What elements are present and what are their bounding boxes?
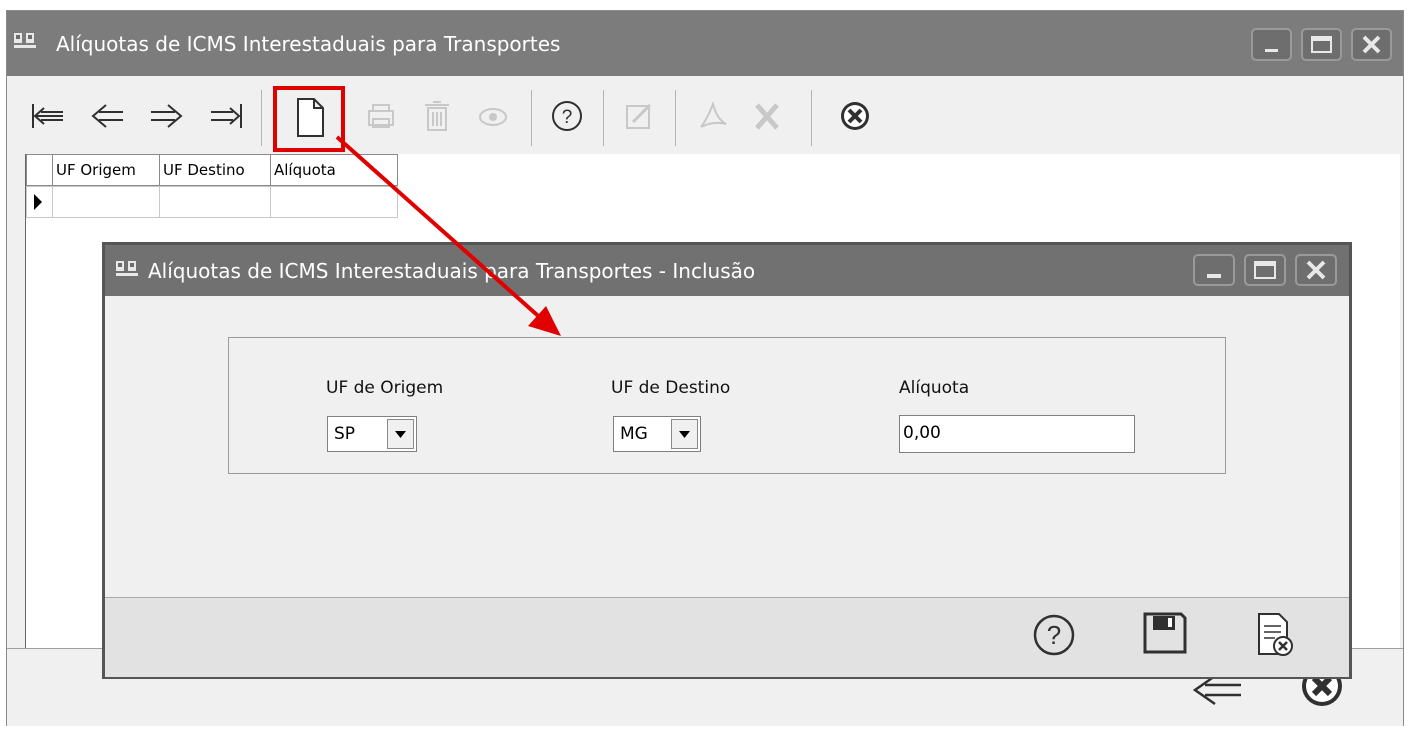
grid-indicator-header	[26, 154, 53, 186]
edit-button[interactable]	[617, 94, 661, 138]
svg-text:?: ?	[562, 107, 573, 128]
close-window-button[interactable]	[1351, 28, 1392, 61]
help-button[interactable]: ?	[545, 94, 589, 138]
toolbar-separator	[675, 90, 676, 146]
first-record-button[interactable]	[25, 94, 69, 138]
table-cell[interactable]	[270, 186, 398, 218]
uf-destino-value: MG	[620, 424, 648, 444]
dialog-help-button[interactable]: ?	[1029, 610, 1079, 660]
table-cell[interactable]	[159, 186, 271, 218]
column-header-uf-origem[interactable]: UF Origem	[52, 154, 160, 186]
save-button[interactable]	[1139, 608, 1189, 658]
dialog-minimize-button[interactable]	[1193, 254, 1235, 286]
dialog-title: Alíquotas de ICMS Interestaduais para Tr…	[148, 259, 756, 283]
table-cell[interactable]	[52, 186, 160, 218]
pdf-icon	[700, 100, 727, 128]
view-icon	[479, 108, 507, 126]
aliquota-field[interactable]	[899, 415, 1135, 453]
row-indicator	[26, 186, 53, 218]
delete-button[interactable]	[415, 94, 459, 138]
next-record-icon	[151, 104, 183, 128]
help-icon: ?	[552, 101, 582, 131]
chevron-down-icon	[395, 431, 406, 438]
app-icon	[14, 33, 36, 48]
current-row-icon	[34, 194, 42, 210]
column-header-aliquota[interactable]: Alíquota	[270, 154, 398, 186]
close-icon	[841, 102, 869, 130]
previous-record-button[interactable]	[85, 94, 129, 138]
first-record-icon	[32, 104, 63, 128]
column-header-uf-destino[interactable]: UF Destino	[159, 154, 271, 186]
last-record-button[interactable]	[205, 94, 249, 138]
dialog-title-bar[interactable]: Alíquotas de ICMS Interestaduais para Tr…	[105, 245, 1349, 296]
maximize-button[interactable]	[1301, 28, 1342, 61]
toolbar-separator	[531, 90, 532, 146]
previous-record-icon	[91, 104, 123, 128]
svg-text:?: ?	[1047, 620, 1061, 650]
new-record-button[interactable]	[273, 86, 347, 156]
toolbar-separator	[261, 90, 262, 146]
fields-group: UF de Origem SP UF de Destino MG Alíquot…	[228, 337, 1226, 474]
uf-destino-label: UF de Destino	[611, 378, 731, 398]
main-title-bar[interactable]: Alíquotas de ICMS Interestaduais para Tr…	[7, 11, 1403, 76]
excel-button[interactable]	[745, 94, 789, 138]
close-icon	[1362, 35, 1381, 54]
dialog-close-button[interactable]	[1295, 254, 1337, 286]
delete-icon	[425, 101, 449, 131]
aliquota-input[interactable]	[903, 421, 1123, 445]
uf-destino-select[interactable]: MG	[613, 416, 701, 452]
uf-origem-label: UF de Origem	[326, 378, 444, 398]
view-button[interactable]	[471, 94, 515, 138]
minimize-icon	[1207, 274, 1221, 278]
uf-destino-dropdown-button[interactable]	[671, 419, 698, 449]
cancel-button[interactable]	[1249, 610, 1299, 660]
toolbar-separator	[811, 90, 812, 146]
chevron-down-icon	[679, 431, 690, 438]
dialog-footer: ?	[105, 597, 1349, 677]
print-icon	[368, 104, 394, 128]
dialog-maximize-button[interactable]	[1244, 254, 1286, 286]
maximize-icon	[1254, 261, 1276, 279]
toolbar: ?	[25, 86, 1399, 155]
last-record-icon	[211, 104, 242, 128]
close-form-button[interactable]	[833, 94, 877, 138]
pdf-button[interactable]	[691, 94, 735, 138]
print-button[interactable]	[359, 94, 403, 138]
excel-icon	[755, 103, 779, 130]
new-record-icon	[273, 86, 345, 152]
next-record-button[interactable]	[145, 94, 189, 138]
minimize-icon	[1265, 49, 1278, 52]
uf-origem-dropdown-button[interactable]	[387, 419, 414, 449]
help-icon: ?	[1033, 614, 1075, 656]
toolbar-separator	[603, 90, 604, 146]
save-icon	[1143, 612, 1187, 654]
main-window-title: Alíquotas de ICMS Interestaduais para Tr…	[56, 32, 561, 56]
minimize-button[interactable]	[1251, 28, 1292, 61]
inclusion-dialog: Alíquotas de ICMS Interestaduais para Tr…	[102, 242, 1352, 679]
aliquota-label: Alíquota	[899, 378, 970, 398]
edit-icon	[626, 103, 652, 129]
cancel-icon	[1258, 613, 1293, 656]
uf-origem-value: SP	[334, 424, 356, 444]
uf-origem-select[interactable]: SP	[327, 416, 417, 452]
close-icon	[1306, 260, 1326, 280]
app-icon	[116, 261, 138, 276]
maximize-icon	[1311, 36, 1332, 53]
